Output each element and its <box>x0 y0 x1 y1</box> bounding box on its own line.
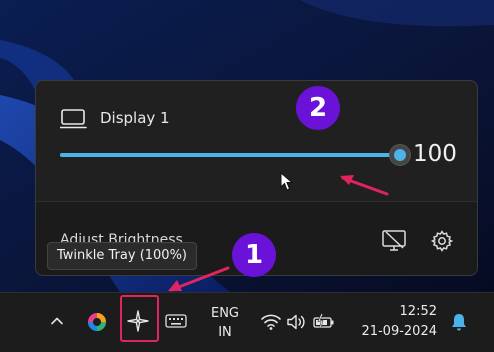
battery-icon <box>313 313 334 328</box>
clock-date: 21-09-2024 <box>361 324 437 339</box>
language-code: ENG <box>210 306 239 321</box>
taskbar: ENG IN 12:52 21-09-2024 <box>0 292 494 352</box>
monitor-icon <box>60 109 87 129</box>
show-hidden-icons-button[interactable] <box>45 309 69 333</box>
language-region: IN <box>218 325 232 340</box>
slider-thumb[interactable] <box>389 144 411 166</box>
brightness-value: 100 <box>413 141 457 167</box>
system-clock[interactable]: 12:52 21-09-2024 <box>352 302 437 342</box>
annotation-badge-1: 1 <box>232 233 276 277</box>
copilot-icon <box>88 313 106 331</box>
chevron-up-icon <box>51 317 63 325</box>
keyboard-icon <box>165 314 187 328</box>
settings-button[interactable] <box>427 226 457 256</box>
monitor-off-icon <box>382 230 406 251</box>
wifi-icon <box>261 314 281 330</box>
monitor-section: Display 1 100 <box>36 81 477 201</box>
mouse-cursor-icon <box>280 172 294 191</box>
notification-center-button[interactable] <box>448 311 470 333</box>
display-name: Display 1 <box>100 109 170 127</box>
brightness-slider[interactable] <box>60 143 411 167</box>
slider-fill <box>60 153 400 157</box>
annotation-badge-2: 2 <box>296 86 340 130</box>
notification-bell-icon <box>452 314 466 331</box>
turn-off-displays-button[interactable] <box>379 226 409 256</box>
touch-keyboard-button[interactable] <box>163 309 189 333</box>
gear-icon <box>430 230 454 252</box>
quick-settings-button[interactable] <box>258 311 338 333</box>
volume-icon <box>287 314 305 330</box>
highlight-box <box>120 295 159 342</box>
clock-time: 12:52 <box>399 304 437 319</box>
tray-tooltip: Twinkle Tray (100%) <box>47 242 197 270</box>
input-language-indicator[interactable]: ENG IN <box>205 304 245 342</box>
copilot-button[interactable] <box>84 309 110 335</box>
